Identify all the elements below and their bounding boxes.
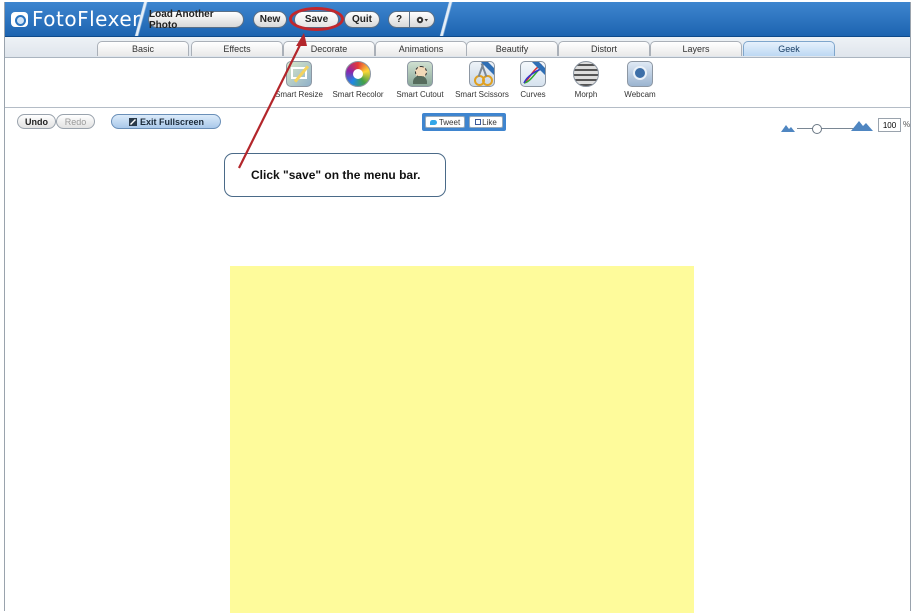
smart-recolor-tool[interactable]: Smart Recolor <box>328 61 388 105</box>
tool-label: Curves <box>520 90 546 99</box>
app-title: FotoFlexer <box>32 7 141 31</box>
social-share-bar: Tweet Like <box>422 113 506 131</box>
load-another-photo-button[interactable]: Load Another Photo <box>148 9 244 31</box>
zoom-value-field[interactable]: 100 <box>878 118 901 132</box>
tweet-label: Tweet <box>438 117 461 127</box>
curves-icon <box>520 61 546 87</box>
callout-text: Click "save" on the menu bar. <box>251 168 421 182</box>
twitter-bird-icon <box>429 119 437 125</box>
zoom-slider[interactable] <box>797 128 857 129</box>
tool-label: Smart Cutout <box>396 90 444 99</box>
fullscreen-icon <box>128 117 137 126</box>
tweet-button[interactable]: Tweet <box>425 116 465 128</box>
webcam-tool[interactable]: Webcam <box>620 61 660 105</box>
category-tabs: Basic Effects Decorate Animations Beauti… <box>5 37 910 58</box>
tab-animations[interactable]: Animations <box>375 41 467 56</box>
tutorial-callout: Click "save" on the menu bar. <box>224 153 446 197</box>
camera-icon <box>11 11 28 27</box>
tool-label: Smart Resize <box>274 90 323 99</box>
save-highlight-annotation <box>289 7 344 31</box>
new-button[interactable]: New <box>253 11 287 28</box>
quit-button[interactable]: Quit <box>344 11 380 28</box>
smart-resize-icon <box>286 61 312 87</box>
tool-label: Webcam <box>624 90 656 99</box>
zoom-out-mountain-icon[interactable] <box>781 123 795 132</box>
zoom-slider-handle[interactable] <box>812 124 822 134</box>
smart-cutout-icon <box>407 61 433 87</box>
help-icon: ? <box>395 14 403 25</box>
like-label: Like <box>482 117 497 127</box>
tools-panel: Smart Resize Smart Recolor Smart Cutout <box>5 58 910 108</box>
exit-fullscreen-label: Exit Fullscreen <box>139 116 205 127</box>
smart-cutout-tool[interactable]: Smart Cutout <box>392 61 448 105</box>
smart-resize-tool[interactable]: Smart Resize <box>272 61 326 105</box>
undo-button[interactable]: Undo <box>17 114 56 129</box>
thumbs-up-icon <box>475 119 482 125</box>
menu-bar: FotoFlexer Load Another Photo New Save Q… <box>5 2 910 37</box>
menu-divider <box>431 2 461 36</box>
zoom-in-mountain-icon[interactable] <box>851 119 873 131</box>
tab-basic[interactable]: Basic <box>97 41 189 56</box>
tool-label: Morph <box>574 90 598 99</box>
curves-tool[interactable]: Curves <box>516 61 550 105</box>
tab-beautify[interactable]: Beautify <box>466 41 558 56</box>
redo-button[interactable]: Redo <box>56 114 95 129</box>
smart-scissors-tool[interactable]: Smart Scissors <box>451 61 513 105</box>
tool-label: Smart Recolor <box>332 90 384 99</box>
tab-geek[interactable]: Geek <box>743 41 835 56</box>
webcam-icon <box>627 61 653 87</box>
help-button[interactable]: ? <box>388 11 410 28</box>
zoom-unit: % <box>903 120 911 129</box>
tool-label: Smart Scissors <box>455 90 509 99</box>
morph-tool[interactable]: Morph <box>569 61 603 105</box>
canvas-photo[interactable] <box>230 266 694 613</box>
smart-scissors-icon <box>469 61 495 87</box>
like-button[interactable]: Like <box>469 116 503 128</box>
tab-effects[interactable]: Effects <box>191 41 283 56</box>
app-window: FotoFlexer Load Another Photo New Save Q… <box>4 2 911 613</box>
app-logo: FotoFlexer <box>11 7 141 31</box>
tab-distort[interactable]: Distort <box>558 41 650 56</box>
tab-layers[interactable]: Layers <box>650 41 742 56</box>
gear-icon <box>416 16 428 23</box>
exit-fullscreen-button[interactable]: Exit Fullscreen <box>111 114 221 129</box>
morph-icon <box>573 61 599 87</box>
tab-decorate[interactable]: Decorate <box>283 41 375 56</box>
action-bar: Undo Redo Exit Fullscreen Tweet Like <box>5 108 910 136</box>
smart-recolor-icon <box>345 61 371 87</box>
